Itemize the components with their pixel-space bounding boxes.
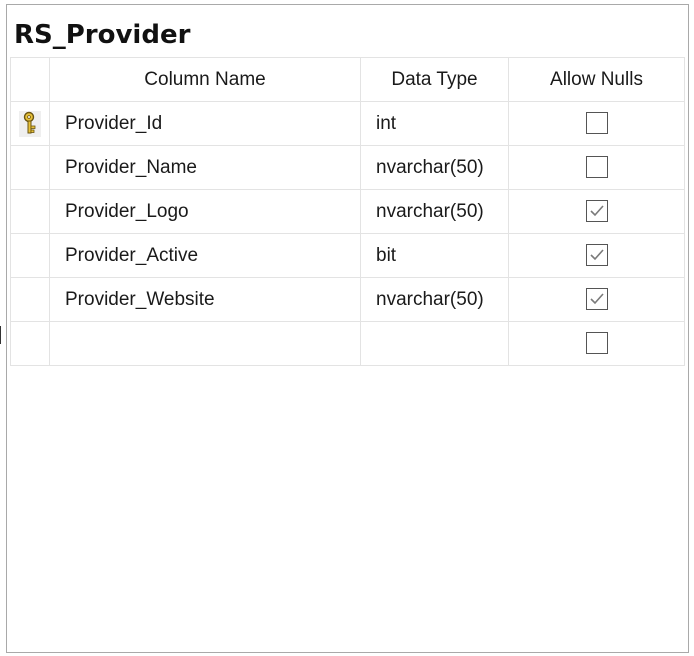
allow-nulls-cell (508, 277, 685, 322)
table-row-new[interactable] (10, 321, 685, 366)
table-title: RS_Provider (14, 20, 191, 50)
column-name-cell[interactable] (49, 321, 361, 366)
row-selector[interactable] (10, 189, 50, 234)
allow-nulls-checkbox[interactable] (585, 112, 608, 135)
table-row[interactable]: Provider_Active bit (10, 233, 685, 278)
checkmark-icon (589, 205, 604, 217)
row-selector[interactable] (10, 277, 50, 322)
checkmark-icon (589, 249, 604, 261)
column-name-cell[interactable]: Provider_Active (49, 233, 361, 278)
table-designer-panel: RS_Provider Column Name Data Type Allow … (6, 4, 689, 653)
allow-nulls-header[interactable]: Allow Nulls (508, 57, 685, 102)
data-type-cell[interactable] (360, 321, 509, 366)
row-selector[interactable] (10, 101, 50, 146)
data-type-cell[interactable]: int (360, 101, 509, 146)
column-name-cell[interactable]: Provider_Id (49, 101, 361, 146)
table-row[interactable]: Provider_Logo nvarchar(50) (10, 189, 685, 234)
connector-line (0, 326, 4, 344)
allow-nulls-cell (508, 233, 685, 278)
row-selector-header (10, 57, 50, 102)
allow-nulls-checkbox[interactable] (585, 332, 608, 355)
row-selector[interactable] (10, 321, 50, 366)
table-row[interactable]: Provider_Name nvarchar(50) (10, 145, 685, 190)
allow-nulls-cell (508, 321, 685, 366)
allow-nulls-cell (508, 145, 685, 190)
column-name-header[interactable]: Column Name (49, 57, 361, 102)
allow-nulls-checkbox[interactable] (585, 156, 608, 179)
allow-nulls-checkbox[interactable] (585, 288, 608, 311)
column-name-cell[interactable]: Provider_Name (49, 145, 361, 190)
allow-nulls-cell (508, 189, 685, 234)
column-name-cell[interactable]: Provider_Website (49, 277, 361, 322)
row-selector[interactable] (10, 233, 50, 278)
table-row[interactable]: Provider_Website nvarchar(50) (10, 277, 685, 322)
allow-nulls-checkbox[interactable] (585, 244, 608, 267)
data-type-header[interactable]: Data Type (360, 57, 509, 102)
column-grid: Column Name Data Type Allow Nulls Provid… (10, 57, 685, 366)
data-type-cell[interactable]: nvarchar(50) (360, 145, 509, 190)
row-selector[interactable] (10, 145, 50, 190)
table-row[interactable]: Provider_Id int (10, 101, 685, 146)
column-name-cell[interactable]: Provider_Logo (49, 189, 361, 234)
data-type-cell[interactable]: bit (360, 233, 509, 278)
key-icon (19, 110, 41, 137)
header-row: Column Name Data Type Allow Nulls (10, 57, 685, 102)
checkmark-icon (589, 293, 604, 305)
allow-nulls-cell (508, 101, 685, 146)
allow-nulls-checkbox[interactable] (585, 200, 608, 223)
data-type-cell[interactable]: nvarchar(50) (360, 277, 509, 322)
data-type-cell[interactable]: nvarchar(50) (360, 189, 509, 234)
